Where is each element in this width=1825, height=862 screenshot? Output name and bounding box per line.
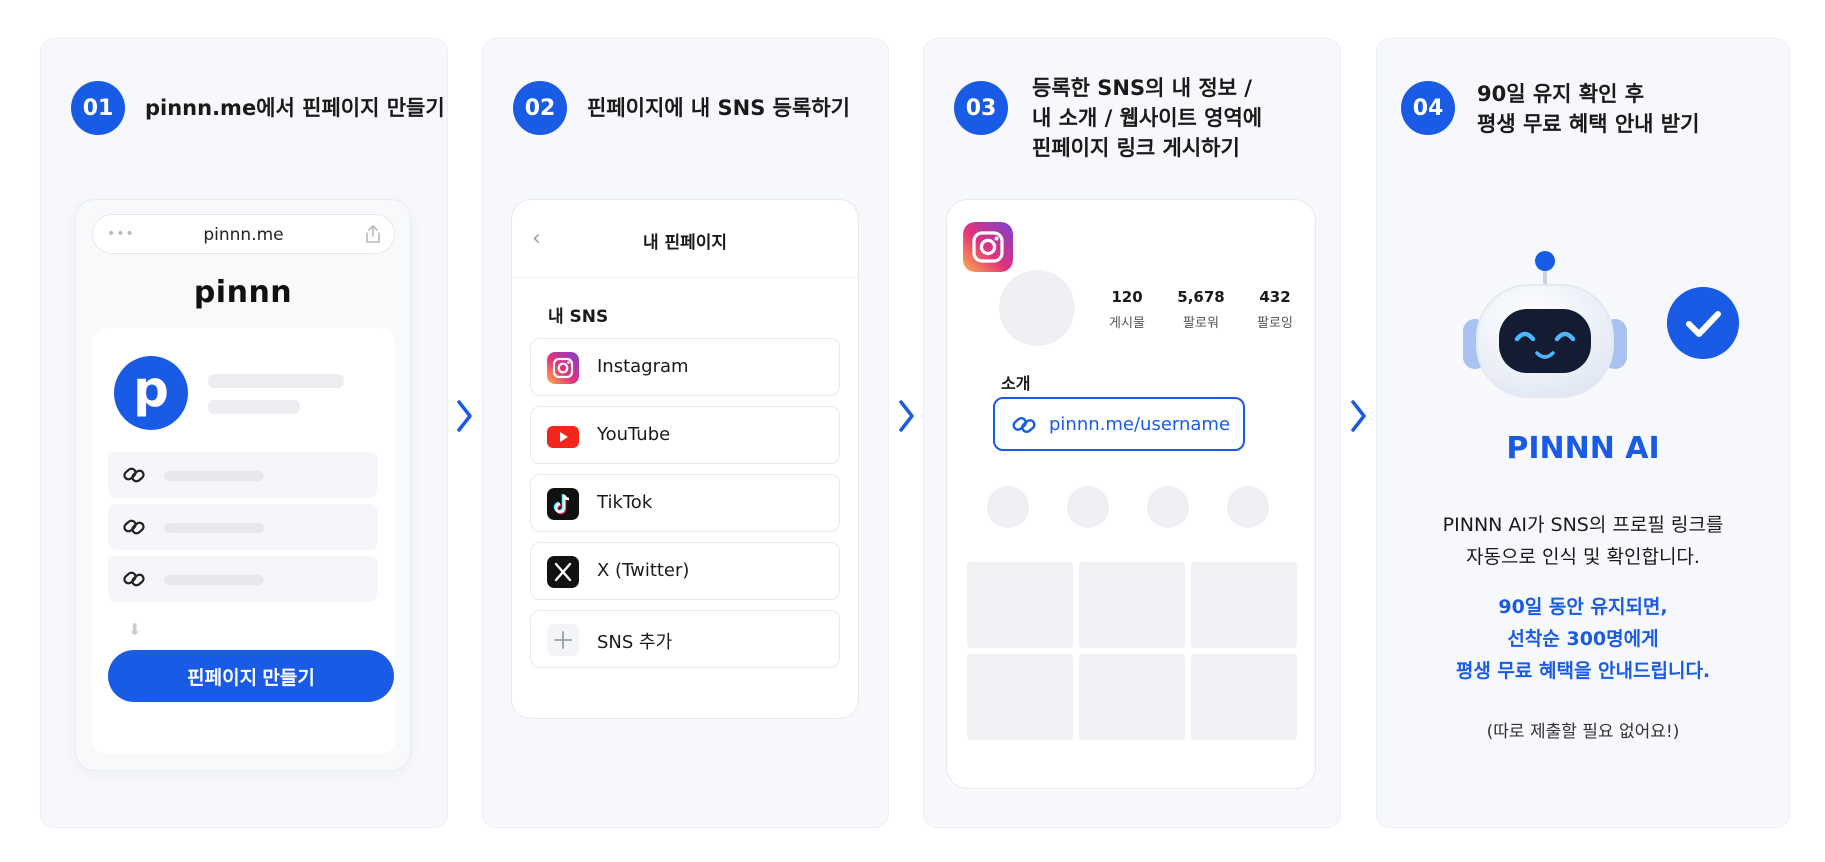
step-number: 04 — [1401, 81, 1455, 135]
link-placeholder — [164, 523, 264, 533]
section-title: 내 SNS — [548, 307, 609, 327]
checkmark-icon — [1667, 287, 1739, 359]
stat-value: 5,678 — [1177, 288, 1225, 306]
youtube-icon — [547, 426, 579, 448]
avatar: p — [114, 356, 188, 430]
instagram-icon — [963, 222, 1013, 272]
highlight-line: 90일 동안 유지되면, — [1498, 596, 1668, 618]
phone-mockup: 120 게시물 5,678 팔로워 432 팔로잉 소개 pinnn.me/us… — [946, 199, 1316, 789]
step-1-panel: 01 pinnn.me에서 핀페이지 만들기 ••• pinnn.me pinn… — [40, 38, 448, 828]
arrow-down-icon: ⬇ — [128, 620, 142, 639]
instagram-icon — [547, 352, 579, 384]
step-title: 90일 유지 확인 후 평생 무료 혜택 안내 받기 — [1477, 82, 1700, 136]
bio-link[interactable]: pinnn.me/username — [993, 397, 1245, 451]
url-text: pinnn.me — [203, 225, 284, 245]
sns-item-x[interactable]: X (Twitter) — [530, 542, 840, 600]
plus-icon — [547, 624, 579, 656]
share-icon[interactable] — [364, 224, 382, 244]
x-icon — [547, 556, 579, 588]
story-highlight[interactable] — [1067, 486, 1109, 528]
sns-label: TikTok — [597, 492, 653, 513]
create-pinpage-button[interactable]: 핀페이지 만들기 — [108, 650, 394, 702]
link-placeholder — [164, 575, 264, 585]
link-row[interactable] — [108, 556, 378, 602]
stat-value: 432 — [1259, 288, 1291, 306]
story-highlight[interactable] — [1227, 486, 1269, 528]
highlight-line: 선착순 300명에게 — [1507, 628, 1659, 650]
step-2-panel: 02 핀페이지에 내 SNS 등록하기 ‹ 내 핀페이지 내 SNS Insta… — [482, 38, 889, 828]
desc-placeholder — [208, 400, 300, 414]
stat-posts: 120 게시물 — [1087, 288, 1167, 331]
post-thumbnail[interactable] — [1079, 562, 1185, 648]
sns-item-instagram[interactable]: Instagram — [530, 338, 840, 396]
chevron-right-icon — [899, 400, 914, 432]
description-line: 자동으로 인식 및 확인합니다. — [1466, 546, 1700, 568]
stat-label: 팔로워 — [1183, 316, 1219, 331]
note-text: (따로 제출할 필요 없어요!) — [1486, 722, 1680, 742]
sns-label: YouTube — [597, 424, 671, 445]
stat-label: 팔로잉 — [1257, 316, 1293, 331]
browser-url-bar[interactable]: ••• pinnn.me — [92, 214, 395, 254]
name-placeholder — [208, 374, 344, 388]
step-3-panel: 03 등록한 SNS의 내 정보 / 내 소개 / 웹사이트 영역에 핀페이지 … — [923, 38, 1341, 828]
link-row[interactable] — [108, 452, 378, 498]
highlight-text: 90일 동안 유지되면, 선착순 300명에게 평생 무료 혜택을 안내드립니다… — [1377, 591, 1789, 687]
chevron-right-icon — [457, 400, 472, 432]
link-placeholder — [164, 471, 264, 481]
post-thumbnail[interactable] — [1191, 654, 1297, 740]
stat-following: 432 팔로잉 — [1235, 288, 1315, 331]
page-header: ‹ 내 핀페이지 — [512, 200, 858, 278]
description-line: PINNN AI가 SNS의 프로필 링크를 — [1442, 514, 1724, 536]
stat-value: 120 — [1111, 288, 1143, 306]
chevron-right-icon — [1351, 400, 1366, 432]
post-thumbnail[interactable] — [967, 562, 1073, 648]
stat-followers: 5,678 팔로워 — [1161, 288, 1241, 331]
story-highlight[interactable] — [987, 486, 1029, 528]
step-number: 03 — [954, 81, 1008, 135]
phone-mockup: ‹ 내 핀페이지 내 SNS Instagram YouTube TikTok … — [511, 199, 859, 719]
robot-icon — [1463, 251, 1627, 398]
add-sns-button[interactable]: SNS 추가 — [530, 610, 840, 668]
pinnn-logo: pinnn — [193, 275, 293, 310]
bio-label: 소개 — [1001, 374, 1031, 393]
bio-link-text: pinnn.me/username — [1049, 414, 1231, 435]
link-icon — [123, 467, 145, 483]
step-title: 핀페이지에 내 SNS 등록하기 — [587, 96, 850, 120]
step-number: 01 — [71, 81, 125, 135]
sns-label: SNS 추가 — [597, 632, 673, 653]
profile-avatar — [999, 270, 1075, 346]
sns-label: Instagram — [597, 356, 689, 377]
tiktok-icon — [547, 488, 579, 520]
sns-item-tiktok[interactable]: TikTok — [530, 474, 840, 532]
step-title: 등록한 SNS의 내 정보 / 내 소개 / 웹사이트 영역에 핀페이지 링크 … — [1032, 76, 1263, 160]
post-thumbnail[interactable] — [967, 654, 1073, 740]
link-icon — [1012, 416, 1036, 434]
sns-item-youtube[interactable]: YouTube — [530, 406, 840, 464]
highlight-line: 평생 무료 혜택을 안내드립니다. — [1455, 660, 1711, 682]
brand-name: PINNN AI — [1506, 431, 1660, 466]
link-icon — [123, 571, 145, 587]
phone-mockup: ••• pinnn.me pinnn p ⬇ 핀페이지 만들기 — [75, 199, 411, 771]
step-title: pinnn.me에서 핀페이지 만들기 — [145, 96, 445, 120]
link-icon — [123, 519, 145, 535]
sns-label: X (Twitter) — [597, 560, 690, 581]
post-thumbnail[interactable] — [1079, 654, 1185, 740]
stat-label: 게시물 — [1109, 316, 1145, 331]
step-4-panel: 04 90일 유지 확인 후 평생 무료 혜택 안내 받기 PINNN AI P… — [1376, 38, 1790, 828]
link-row[interactable] — [108, 504, 378, 550]
step-number: 02 — [513, 81, 567, 135]
pinpage-card: p ⬇ 핀페이지 만들기 — [92, 328, 395, 754]
description: PINNN AI가 SNS의 프로필 링크를 자동으로 인식 및 확인합니다. — [1377, 509, 1789, 573]
post-thumbnail[interactable] — [1191, 562, 1297, 648]
story-highlight[interactable] — [1147, 486, 1189, 528]
page-title: 내 핀페이지 — [642, 233, 728, 253]
